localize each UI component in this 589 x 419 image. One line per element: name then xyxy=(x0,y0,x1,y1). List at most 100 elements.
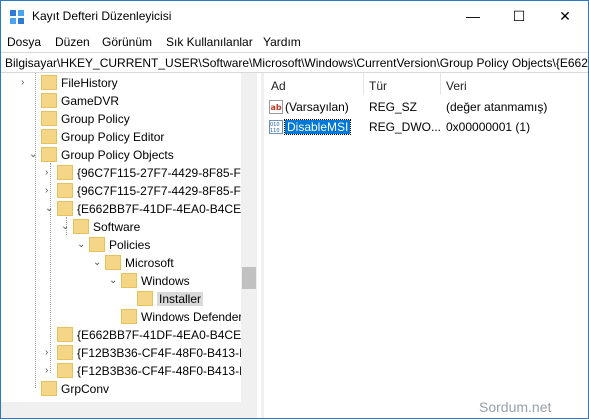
tree-item[interactable]: Windows Defender xyxy=(101,308,242,326)
tree-item-label: FileHistory xyxy=(61,76,118,90)
window-title: Kayıt Defteri Düzenleyicisi xyxy=(32,9,172,23)
tree-item[interactable]: › {96C7F115-27F7-4429-8F85-F69 xyxy=(37,164,254,182)
value-name: (Varsayılan) xyxy=(285,100,349,114)
value-data: 0x00000001 (1) xyxy=(446,120,531,134)
tree-item-label: Installer xyxy=(157,292,204,306)
collapse-chevron-icon[interactable]: ⌄ xyxy=(45,204,55,214)
tree-item-label: Group Policy Objects xyxy=(61,148,174,162)
tree-pane: › FileHistory GameDVR Group Policy Group… xyxy=(1,73,257,418)
svg-text:ab: ab xyxy=(271,103,282,112)
menu-duzen[interactable]: Düzen xyxy=(55,35,90,49)
tree-item[interactable]: ⌄ Group Policy Objects xyxy=(21,146,174,164)
close-button[interactable]: ✕ xyxy=(542,1,588,32)
tree-item[interactable]: › {96C7F115-27F7-4429-8F85-F69 xyxy=(37,182,254,200)
tree-item-label: Group Policy Editor xyxy=(61,130,165,144)
tree-item[interactable]: ⌄ Windows xyxy=(101,272,190,290)
value-type: REG_SZ xyxy=(369,100,418,114)
menu-bar: Dosya Düzen Görünüm Sık Kullanılanlar Ya… xyxy=(1,32,588,52)
binary-value-icon: 010 110 xyxy=(269,119,283,134)
folder-icon xyxy=(121,273,137,289)
value-data: (değer atanmamış) xyxy=(446,100,548,114)
menu-favorites[interactable]: Sık Kullanılanlar xyxy=(166,35,253,49)
folder-icon xyxy=(121,309,137,325)
folder-icon xyxy=(57,201,73,217)
title-bar[interactable]: Kayıt Defteri Düzenleyicisi — ☐ ✕ xyxy=(1,1,588,32)
folder-icon xyxy=(41,147,57,163)
column-divider[interactable] xyxy=(363,73,364,95)
tree-item[interactable]: ⌄ {E662BB7F-41DF-4EA0-B4CE-A( xyxy=(37,200,257,218)
folder-icon xyxy=(41,129,57,145)
tree-item[interactable]: Group Policy xyxy=(21,110,130,128)
tree-item[interactable]: ⌄ Policies xyxy=(69,236,150,254)
tree-item[interactable]: ⌄ Microsoft xyxy=(85,254,174,272)
tree-item-label: Policies xyxy=(109,238,151,252)
registry-editor-icon xyxy=(10,10,24,24)
tree-item[interactable]: {E662BB7F-41DF-4EA0-B4CE-A( xyxy=(37,326,257,344)
value-type: REG_DWO... xyxy=(369,120,442,134)
pane-splitter[interactable] xyxy=(261,73,264,418)
collapse-chevron-icon[interactable]: ⌄ xyxy=(109,276,119,286)
expand-chevron-icon[interactable]: › xyxy=(45,348,55,358)
tree-item-label: Windows Defender xyxy=(141,310,243,324)
tree-item[interactable]: GrpConv xyxy=(21,380,109,398)
tree-item-label: Software xyxy=(93,220,141,234)
tree-item-label: {96C7F115-27F7-4429-8F85-F69 xyxy=(77,166,255,180)
column-header-data[interactable]: Veri xyxy=(446,73,467,95)
maximize-button[interactable]: ☐ xyxy=(496,1,542,32)
folder-icon xyxy=(41,381,57,397)
tree-item-selected[interactable]: Installer xyxy=(117,290,204,308)
value-row-selected[interactable]: 010 110 DisableMSI REG_DWO... 0x00000001… xyxy=(265,117,588,137)
folder-icon xyxy=(73,219,89,235)
collapse-chevron-icon[interactable]: ⌄ xyxy=(93,258,103,268)
folder-icon xyxy=(57,363,73,379)
expand-chevron-icon[interactable]: › xyxy=(45,366,55,376)
address-bar[interactable]: Bilgisayar\HKEY_CURRENT_USER\Software\Mi… xyxy=(1,52,588,73)
menu-yardim[interactable]: Yardım xyxy=(263,35,301,49)
value-row[interactable]: ab (Varsayılan) REG_SZ (değer atanmamış) xyxy=(265,97,588,117)
tree-item[interactable]: › FileHistory xyxy=(21,74,118,92)
column-header-type[interactable]: Tür xyxy=(369,73,387,95)
tree-item-label: {96C7F115-27F7-4429-8F85-F69 xyxy=(77,184,255,198)
menu-dosya[interactable]: Dosya xyxy=(7,35,41,49)
minimize-button[interactable]: — xyxy=(450,1,496,32)
tree-scroll-thumb[interactable] xyxy=(242,267,256,289)
folder-icon xyxy=(57,345,73,361)
menu-gorunum[interactable]: Görünüm xyxy=(102,35,152,49)
folder-icon xyxy=(105,255,121,271)
collapse-chevron-icon[interactable]: ⌄ xyxy=(29,150,39,160)
folder-icon xyxy=(57,165,73,181)
value-name: DisableMSI xyxy=(283,119,352,135)
collapse-chevron-icon[interactable]: ⌄ xyxy=(77,240,87,250)
registry-editor-window: Kayıt Defteri Düzenleyicisi — ☐ ✕ Dosya … xyxy=(0,0,589,419)
expand-chevron-icon[interactable]: › xyxy=(45,168,55,178)
tree-item-label: Microsoft xyxy=(125,256,174,270)
tree-item-label: {F12B3B36-CF4F-48F0-B413-FA xyxy=(77,364,254,378)
folder-icon xyxy=(137,291,153,307)
tree-item[interactable]: › {F12B3B36-CF4F-48F0-B413-FA xyxy=(37,344,254,362)
tree-horizontal-scrollbar[interactable] xyxy=(1,402,241,418)
tree-item[interactable]: ⌄ Software xyxy=(53,218,140,236)
expand-chevron-icon[interactable]: › xyxy=(21,78,31,88)
tree-item[interactable]: GameDVR xyxy=(21,92,119,110)
tree-item[interactable]: Group Policy Editor xyxy=(21,128,164,146)
tree-item-label: GrpConv xyxy=(61,382,110,396)
tree-item-label: Group Policy xyxy=(61,112,130,126)
expand-chevron-icon[interactable]: › xyxy=(45,186,55,196)
tree-item-label: Windows xyxy=(141,274,190,288)
address-path[interactable]: Bilgisayar\HKEY_CURRENT_USER\Software\Mi… xyxy=(5,56,588,70)
folder-icon xyxy=(41,111,57,127)
string-value-icon: ab xyxy=(269,99,283,114)
folder-icon xyxy=(41,75,57,91)
tree-item-label: GameDVR xyxy=(61,94,120,108)
column-divider[interactable] xyxy=(440,73,441,95)
folder-icon xyxy=(57,183,73,199)
collapse-chevron-icon[interactable]: ⌄ xyxy=(61,222,71,232)
tree-item[interactable]: › {F12B3B36-CF4F-48F0-B413-FA xyxy=(37,362,254,380)
tree-vertical-scrollbar[interactable] xyxy=(241,73,257,418)
tree-item-label: {E662BB7F-41DF-4EA0-B4CE-A( xyxy=(77,328,257,342)
folder-icon xyxy=(57,327,73,343)
tree-item-label: {F12B3B36-CF4F-48F0-B413-FA xyxy=(77,346,254,360)
folder-icon xyxy=(89,237,105,253)
column-header-name[interactable]: Ad xyxy=(271,73,286,95)
tree-item-label: {E662BB7F-41DF-4EA0-B4CE-A( xyxy=(77,202,257,216)
